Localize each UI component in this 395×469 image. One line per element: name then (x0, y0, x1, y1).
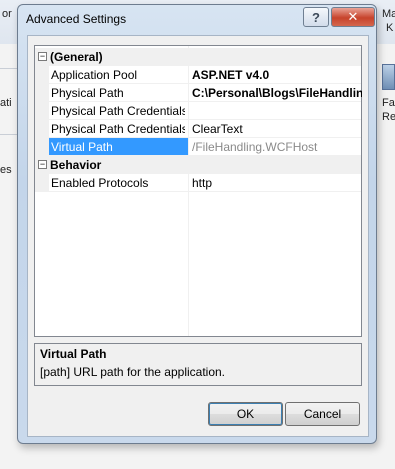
property-row-physical-path[interactable]: Physical Path C:\Personal\Blogs\FileHand… (35, 84, 362, 102)
property-name: Physical Path Credentials L (51, 122, 185, 136)
dialog-title: Advanced Settings (26, 12, 127, 26)
property-value[interactable]: /FileHandling.WCFHost (192, 140, 362, 154)
description-text: [path] URL path for the application. (40, 365, 226, 379)
property-row-application-pool[interactable]: Application Pool ASP.NET v4.0 (35, 66, 361, 84)
row-gutter (35, 66, 49, 84)
category-label: (General) (50, 50, 103, 64)
category-label: Behavior (50, 158, 102, 172)
row-divider (49, 191, 361, 192)
property-row-virtual-path[interactable]: Virtual Path /FileHandling.WCFHost (35, 138, 361, 156)
property-name: Physical Path Credentials (51, 104, 185, 118)
property-value[interactable]: ASP.NET v4.0 (192, 68, 362, 82)
close-button[interactable]: ✕ (331, 7, 375, 27)
background-text: or (2, 8, 12, 20)
close-icon: ✕ (347, 9, 359, 24)
collapse-icon[interactable]: − (38, 160, 47, 169)
background-text: Rec (382, 111, 395, 123)
background-text: Mac (382, 8, 395, 20)
dialog-body: − (General) Application Pool ASP.NET v4.… (27, 35, 369, 437)
row-gutter (35, 120, 49, 138)
help-button[interactable]: ? (303, 7, 329, 27)
property-name: Physical Path (51, 86, 124, 100)
background-divider (0, 68, 18, 69)
background-text: ati (0, 97, 12, 109)
property-name: Application Pool (51, 68, 138, 82)
property-value[interactable]: C:\Personal\Blogs\FileHandlin (192, 86, 362, 100)
property-row-physical-path-credentials-logon[interactable]: Physical Path Credentials L ClearText (35, 120, 361, 138)
description-panel: Virtual Path [path] URL path for the app… (34, 343, 362, 386)
advanced-settings-dialog: Advanced Settings ? ✕ − (General) Applic… (17, 4, 377, 444)
property-row-enabled-protocols[interactable]: Enabled Protocols http (35, 174, 361, 192)
property-grid[interactable]: − (General) Application Pool ASP.NET v4.… (34, 45, 362, 337)
property-row-physical-path-credentials[interactable]: Physical Path Credentials (35, 102, 361, 120)
description-title: Virtual Path (40, 347, 107, 361)
row-gutter (35, 102, 49, 120)
property-value[interactable]: http (192, 176, 362, 190)
property-name: Virtual Path (49, 138, 188, 156)
property-value[interactable]: ClearText (192, 122, 362, 136)
title-bar[interactable]: Advanced Settings ? ✕ (18, 5, 376, 35)
cancel-button[interactable]: Cancel (285, 402, 360, 426)
ok-button[interactable]: OK (208, 402, 283, 426)
background-divider (0, 134, 18, 135)
help-icon: ? (312, 9, 320, 25)
background-text: Fai (382, 97, 395, 109)
property-name: Enabled Protocols (51, 176, 149, 190)
row-gutter (35, 138, 49, 156)
row-gutter (35, 84, 49, 102)
background-text: es (0, 164, 12, 176)
background-text: K (386, 22, 394, 34)
background-app-icon (382, 64, 395, 90)
category-behavior[interactable]: − Behavior (35, 156, 361, 174)
row-gutter (35, 174, 49, 192)
category-general[interactable]: − (General) (35, 48, 361, 66)
collapse-icon[interactable]: − (38, 52, 47, 61)
